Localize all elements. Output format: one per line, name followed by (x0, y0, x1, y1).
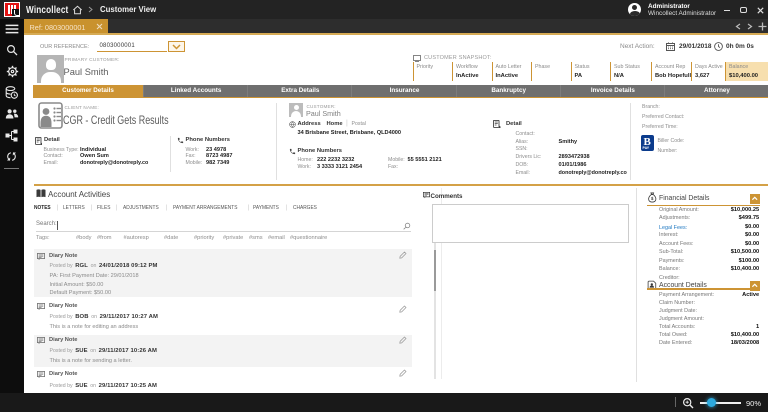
svg-text:$: $ (651, 196, 654, 201)
